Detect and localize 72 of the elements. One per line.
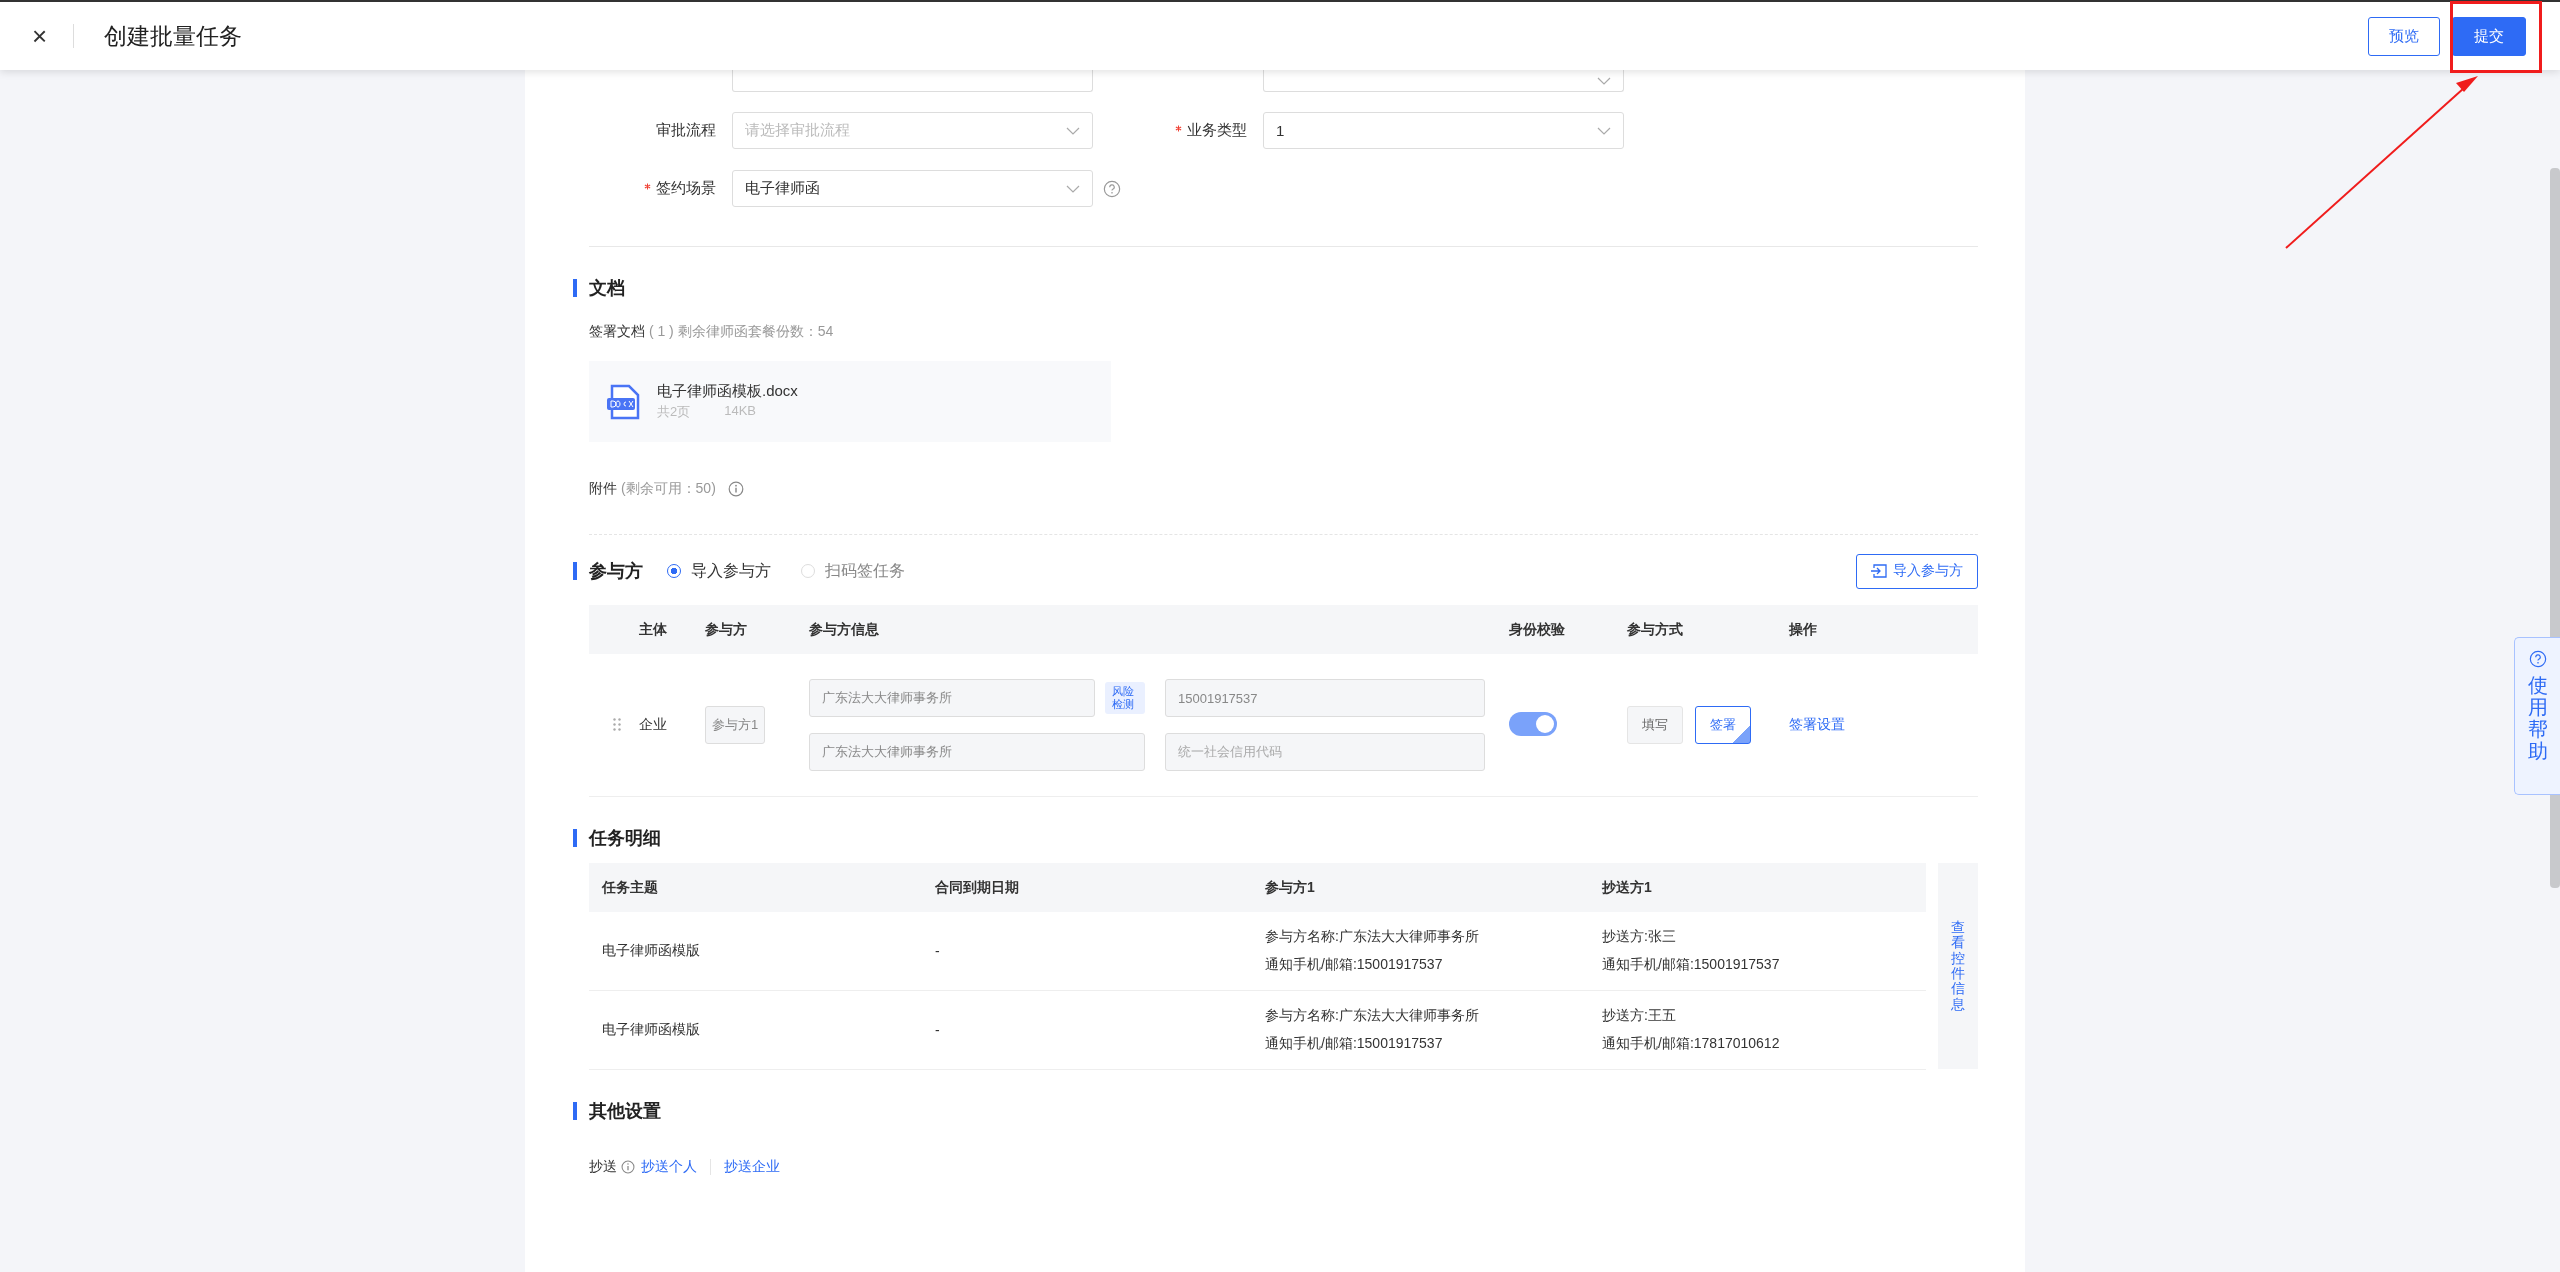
table-cell-text: 电子律师函模版 <box>602 1021 701 1039</box>
document-card[interactable]: 电子律师函模板.docx 共2页 14KB <box>589 361 1111 442</box>
section-title: 文档 <box>589 277 625 300</box>
date-field[interactable] <box>732 70 1093 92</box>
table-cell-text: 抄送方:张三 <box>1602 928 1677 946</box>
section-title: 参与方 <box>589 560 643 583</box>
input-field[interactable]: 广东法大大律师事务所 <box>809 679 1095 717</box>
column-header: 合同到期日期 <box>935 878 1020 897</box>
close-button[interactable]: × <box>32 23 48 49</box>
attachment-label: 附件 (剩余可用：50) <box>589 480 716 498</box>
import-button[interactable]: 导入参与方 <box>1856 553 1978 589</box>
help-icon[interactable] <box>1103 179 1121 198</box>
input-field[interactable]: 15001917537 <box>1165 679 1485 717</box>
view-controls-button[interactable]: 查看控件信息 <box>1938 863 1978 1069</box>
sign-settings-link[interactable]: 签署设置 <box>1789 716 1845 732</box>
info-icon[interactable] <box>621 1160 635 1174</box>
toggle-switch[interactable] <box>1509 711 1557 736</box>
field-label: 签约场景 <box>656 179 716 196</box>
file-name: 电子律师函模板.docx <box>657 382 798 401</box>
column-header: 主体 <box>639 620 668 639</box>
column-header: 参与方式 <box>1627 620 1684 639</box>
field-label: 审批流程 <box>656 121 716 138</box>
table-cell-text: 企业 <box>639 716 668 734</box>
info-icon[interactable] <box>727 481 744 497</box>
table-cell-text: - <box>935 943 941 959</box>
column-header: 参与方1 <box>1265 878 1316 897</box>
table-cell-text: 通知手机/邮箱:15001917537 <box>1265 956 1444 974</box>
radio-option[interactable]: 扫码签任务 <box>801 560 905 582</box>
risk-check-button[interactable]: 风险检测 <box>1105 681 1145 715</box>
field-label: 业务类型 <box>1187 121 1247 138</box>
select-field[interactable]: 电子律师函 <box>732 170 1093 207</box>
preview-button[interactable]: 预览 <box>2368 16 2440 56</box>
chevron-down-icon <box>1597 126 1611 135</box>
docx-file-icon <box>606 383 642 420</box>
page-count: 共2页 <box>657 403 691 421</box>
signing-docs-label: 签署文档 ( 1 ) 剩余律师函套餐份数：54 <box>589 323 835 341</box>
import-icon <box>1871 564 1887 578</box>
page-title: 创建批量任务 <box>104 21 243 51</box>
column-header: 操作 <box>1789 620 1818 639</box>
chevron-down-icon <box>1066 126 1080 135</box>
cc-link[interactable]: 抄送个人 <box>641 1158 697 1176</box>
table-cell-text: 抄送方:王五 <box>1602 1007 1677 1025</box>
help-tab[interactable]: 使用帮助 <box>2514 637 2560 795</box>
column-header: 参与方 <box>705 620 748 639</box>
select-field[interactable]: 1 <box>1263 112 1624 149</box>
column-header: 参与方信息 <box>809 620 880 639</box>
method-option[interactable]: 填写 <box>1627 706 1683 744</box>
column-header: 抄送方1 <box>1602 878 1653 897</box>
help-icon <box>2528 650 2547 668</box>
table-cell-text: 参与方名称:广东法大大律师事务所 <box>1265 1007 1480 1025</box>
select-field[interactable] <box>1263 70 1624 92</box>
table-cell-text: 电子律师函模版 <box>602 942 701 960</box>
cc-link[interactable]: 抄送企业 <box>724 1158 780 1176</box>
section-title: 任务明细 <box>589 827 661 850</box>
column-header: 身份校验 <box>1509 620 1566 639</box>
chevron-down-icon <box>1597 76 1611 85</box>
chevron-down-icon <box>1066 184 1080 193</box>
section-title: 其他设置 <box>589 1100 661 1123</box>
table-cell-text: 通知手机/邮箱:17817010612 <box>1602 1035 1781 1053</box>
file-size: 14KB <box>724 403 757 420</box>
table-cell-text: - <box>935 1022 941 1038</box>
cc-label: 抄送 <box>589 1158 617 1176</box>
input-field[interactable]: 广东法大大律师事务所 <box>809 733 1145 771</box>
column-header: 任务主题 <box>602 878 659 897</box>
table-cell-text: 参与方名称:广东法大大律师事务所 <box>1265 928 1480 946</box>
drag-handle-icon[interactable] <box>613 718 621 732</box>
method-option[interactable]: 签署 <box>1695 706 1751 744</box>
submit-button[interactable]: 提交 <box>2452 16 2526 56</box>
party-tag: 参与方1 <box>705 706 766 744</box>
radio-option[interactable]: 导入参与方 <box>667 560 771 582</box>
table-cell-text: 通知手机/邮箱:15001917537 <box>1265 1035 1444 1053</box>
table-cell-text: 通知手机/邮箱:15001917537 <box>1602 956 1781 974</box>
